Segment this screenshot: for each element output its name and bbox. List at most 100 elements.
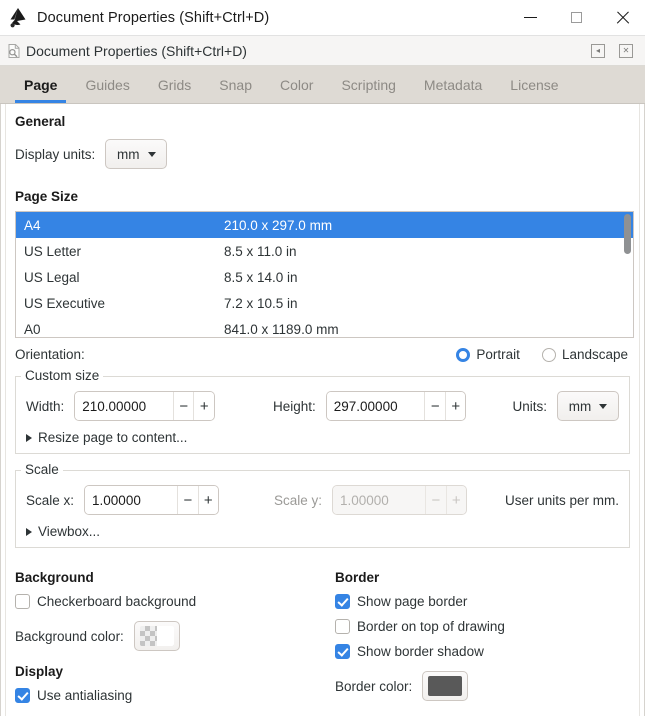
show-border-shadow-label: Show border shadow	[357, 644, 484, 659]
background-heading: Background	[15, 570, 94, 585]
scale-y-label: Scale y:	[273, 492, 323, 508]
page-size-dims: 7.2 x 10.5 in	[224, 295, 298, 311]
tab-license[interactable]: License	[496, 66, 572, 103]
scale-row: Scale x: 1.00000 − + Scale y: 1.00000 − …	[26, 485, 619, 515]
page-size-name: A4	[24, 217, 41, 233]
border-column: Border Show page border Border on top of…	[335, 570, 634, 706]
use-antialiasing-checkbox[interactable]: Use antialiasing	[15, 688, 132, 703]
dock-controls: ◂ ✕	[591, 43, 645, 58]
maximize-button[interactable]	[553, 0, 599, 36]
show-border-shadow-checkbox[interactable]: Show border shadow	[335, 644, 484, 659]
checkbox-off-icon	[15, 594, 30, 609]
orientation-portrait-radio[interactable]: Portrait	[456, 347, 520, 362]
tab-page[interactable]: Page	[10, 66, 71, 103]
page-size-list[interactable]: A4 210.0 x 297.0 mm US Letter 8.5 x 11.0…	[15, 211, 634, 338]
checkbox-on-icon	[335, 594, 350, 609]
general-heading: General	[15, 114, 66, 129]
border-color-swatch	[428, 676, 463, 696]
width-decrement-button[interactable]: −	[172, 392, 194, 420]
height-decrement-button[interactable]: −	[424, 392, 445, 420]
page-size-name: US Legal	[24, 269, 80, 285]
custom-size-row: Width: 210.00000 − + Height: 297.00000 −…	[26, 391, 619, 421]
viewbox-expander[interactable]: Viewbox...	[26, 524, 100, 539]
page-size-name: A0	[24, 321, 41, 337]
scale-x-decrement-button[interactable]: −	[177, 486, 198, 514]
custom-size-frame: Custom size Width: 210.00000 − + Height:…	[15, 368, 630, 454]
window-titlebar: Document Properties (Shift+Ctrl+D)	[0, 0, 645, 36]
width-increment-button[interactable]: +	[193, 392, 214, 420]
triangle-right-icon	[26, 527, 32, 536]
table-row[interactable]: A4 210.0 x 297.0 mm	[16, 212, 633, 238]
height-input[interactable]: 297.00000	[326, 392, 425, 420]
tab-guides[interactable]: Guides	[71, 66, 143, 103]
scale-x-spinner[interactable]: 1.00000 − +	[84, 485, 219, 515]
custom-units-label: Units:	[512, 398, 547, 414]
border-on-top-checkbox[interactable]: Border on top of drawing	[335, 619, 505, 634]
width-label: Width:	[26, 398, 65, 414]
window-title: Document Properties (Shift+Ctrl+D)	[37, 9, 270, 26]
background-color-button[interactable]	[133, 621, 180, 651]
bottom-columns: Background Checkerboard background Backg…	[11, 570, 634, 706]
custom-units-dropdown[interactable]: mm	[557, 391, 619, 421]
minimize-button[interactable]	[507, 0, 553, 36]
custom-size-legend: Custom size	[21, 368, 104, 383]
window-controls	[507, 0, 645, 36]
scale-x-label: Scale x:	[26, 492, 75, 508]
border-color-button[interactable]	[422, 671, 469, 701]
radio-on-icon	[456, 347, 471, 362]
tab-color[interactable]: Color	[266, 66, 327, 103]
background-color-swatch	[139, 626, 174, 646]
table-row[interactable]: US Legal 8.5 x 14.0 in	[16, 264, 633, 290]
show-page-border-label: Show page border	[357, 594, 468, 609]
resize-page-to-content-expander[interactable]: Resize page to content...	[26, 430, 187, 445]
checkbox-off-icon	[335, 619, 350, 634]
border-heading: Border	[335, 570, 380, 585]
dock-header: Document Properties (Shift+Ctrl+D) ◂ ✕	[0, 36, 645, 66]
scrollbar-thumb[interactable]	[624, 214, 631, 254]
table-row[interactable]: US Executive 7.2 x 10.5 in	[16, 290, 633, 316]
tab-metadata[interactable]: Metadata	[410, 66, 496, 103]
maximize-icon	[570, 12, 582, 23]
width-spinner[interactable]: 210.00000 − +	[74, 391, 215, 421]
height-increment-button[interactable]: +	[444, 392, 466, 420]
scale-frame: Scale Scale x: 1.00000 − + Scale y: 1.00…	[15, 462, 630, 548]
width-input[interactable]: 210.00000	[75, 392, 173, 420]
close-dock-button[interactable]: ✕	[619, 43, 633, 58]
scale-x-increment-button[interactable]: +	[197, 486, 218, 514]
page-size-dims: 8.5 x 11.0 in	[224, 243, 297, 259]
border-color-label: Border color:	[335, 678, 413, 694]
orientation-row: Orientation: Portrait Landscape	[11, 347, 634, 362]
show-page-border-checkbox[interactable]: Show page border	[335, 594, 467, 609]
page-size-name: US Letter	[24, 243, 82, 259]
table-row[interactable]: A0 841.0 x 1189.0 mm	[16, 316, 633, 337]
orientation-landscape-label: Landscape	[561, 347, 628, 362]
display-units-dropdown[interactable]: mm	[105, 139, 168, 169]
custom-size-box: Width: 210.00000 − + Height: 297.00000 −…	[15, 376, 630, 454]
checkerboard-background-checkbox[interactable]: Checkerboard background	[15, 594, 196, 609]
page-size-heading: Page Size	[15, 189, 79, 204]
close-button[interactable]	[599, 0, 645, 36]
page-size-name: US Executive	[24, 295, 106, 311]
left-edge-divider	[5, 104, 6, 716]
close-icon	[615, 11, 629, 25]
orientation-portrait-label: Portrait	[476, 347, 520, 362]
tab-scripting[interactable]: Scripting	[327, 66, 409, 103]
page-tab-content: General Display units: mm Page Size A4 2…	[0, 104, 645, 716]
table-row[interactable]: US Letter 8.5 x 11.0 in	[16, 238, 633, 264]
dock-title: Document Properties (Shift+Ctrl+D)	[26, 42, 247, 59]
checkerboard-background-label: Checkerboard background	[37, 594, 197, 609]
orientation-landscape-radio[interactable]: Landscape	[541, 347, 628, 362]
page-size-dims: 841.0 x 1189.0 mm	[224, 321, 339, 337]
tab-snap[interactable]: Snap	[205, 66, 266, 103]
checkbox-on-icon	[15, 688, 30, 703]
checkbox-on-icon	[335, 644, 350, 659]
scale-x-input[interactable]: 1.00000	[85, 486, 178, 514]
height-label: Height:	[272, 398, 316, 414]
height-spinner[interactable]: 297.00000 − +	[325, 391, 467, 421]
collapse-dock-button[interactable]: ◂	[591, 43, 605, 58]
page-size-scrollbar[interactable]	[624, 214, 631, 337]
custom-units-value: mm	[568, 398, 592, 414]
tab-grids[interactable]: Grids	[144, 66, 205, 103]
document-properties-icon	[6, 43, 22, 59]
use-antialiasing-label: Use antialiasing	[37, 688, 133, 703]
